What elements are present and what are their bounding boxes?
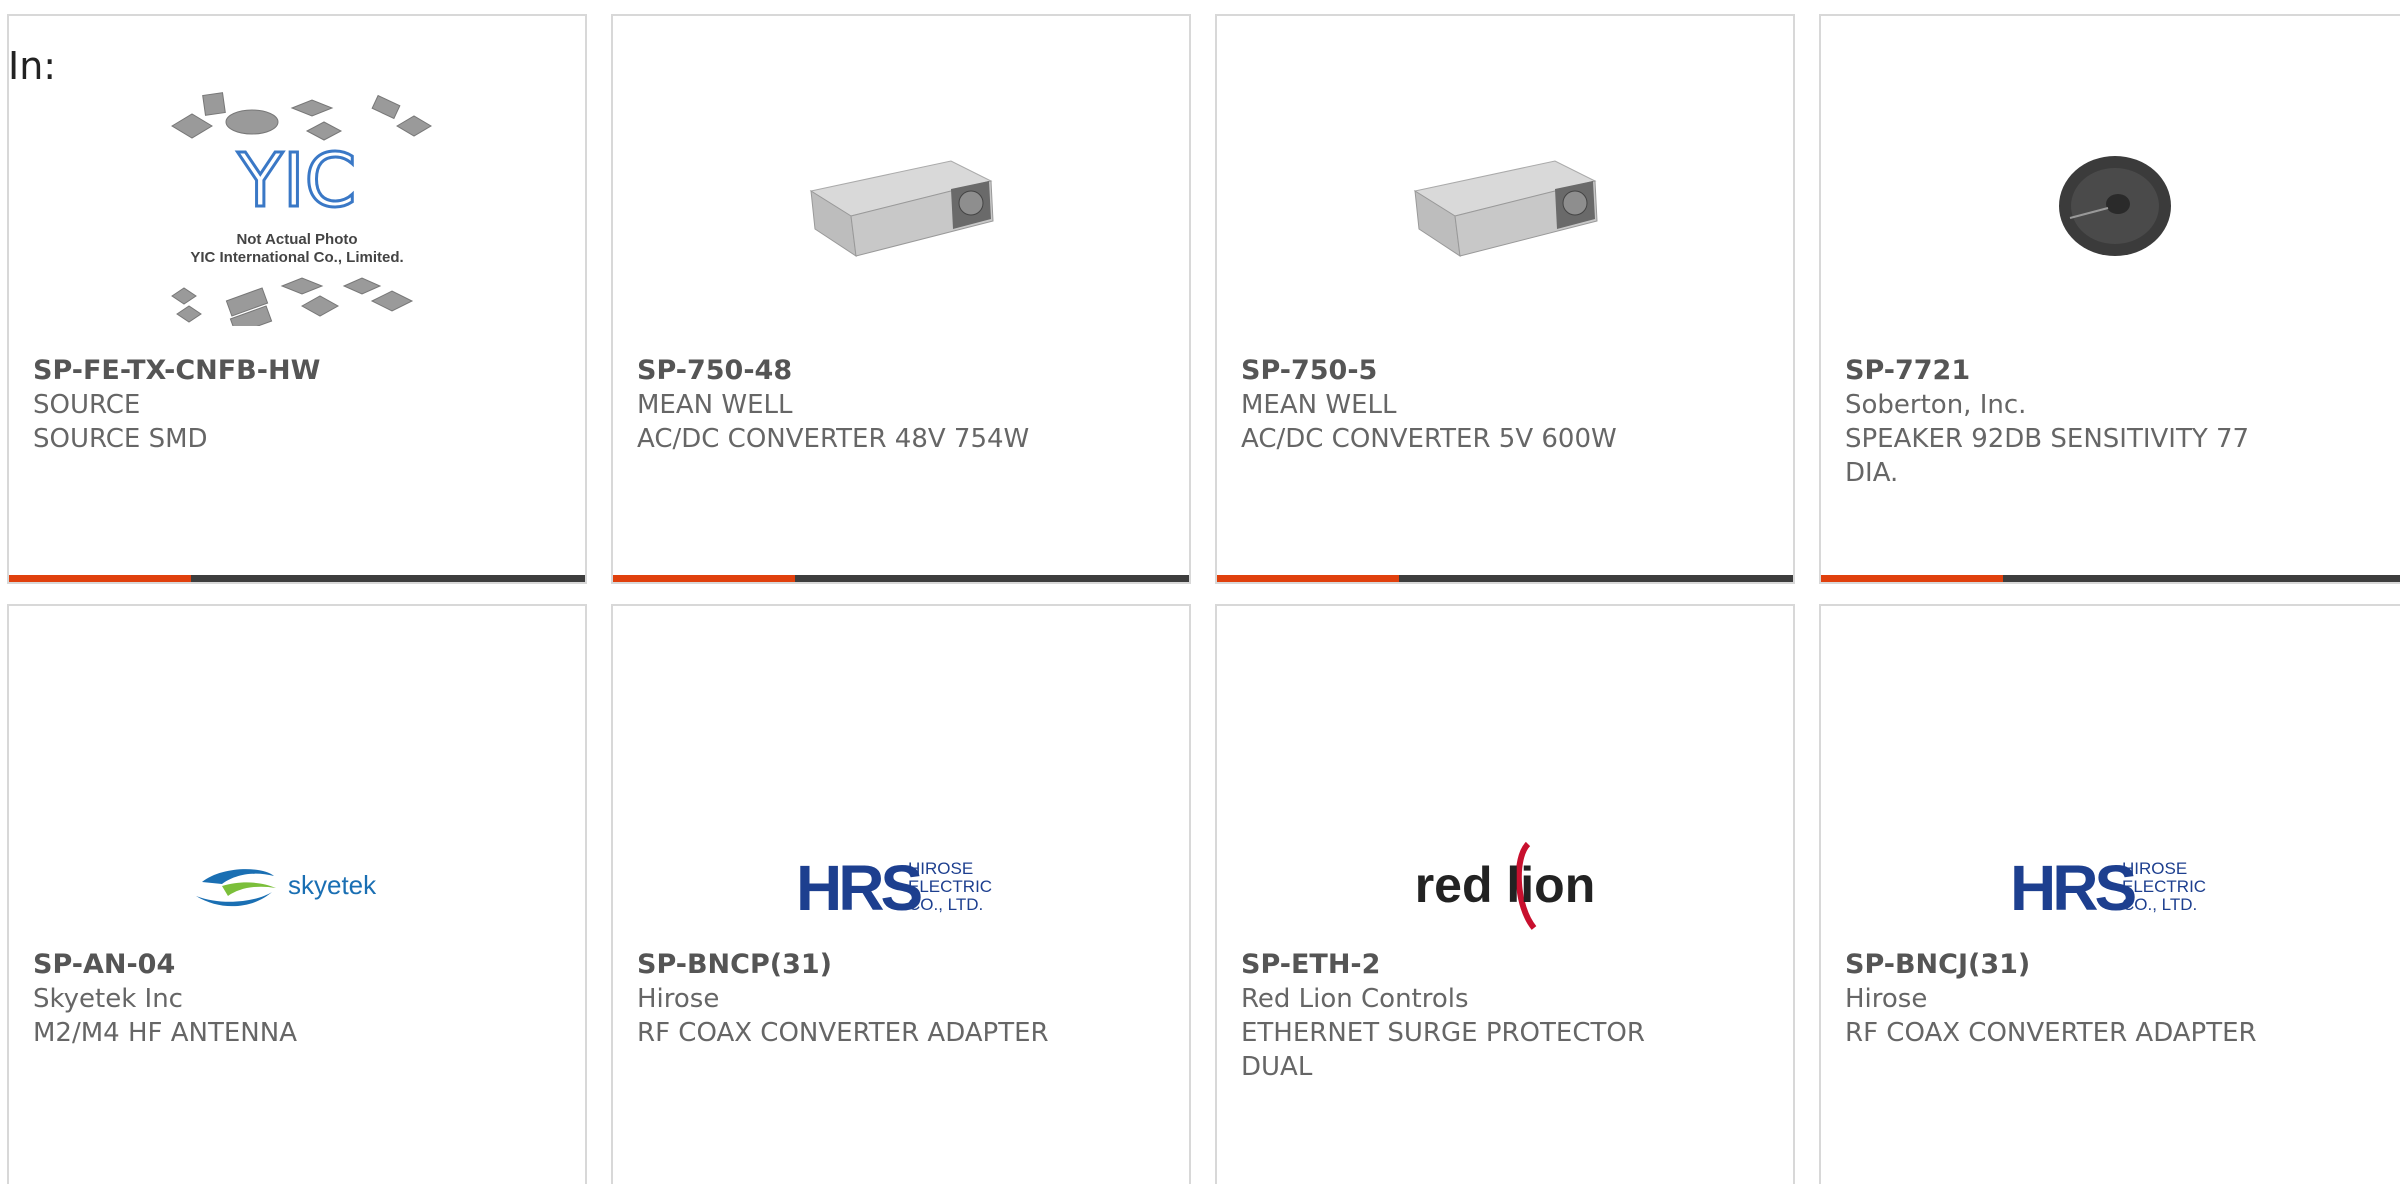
product-description: ETHERNET SURGE PROTECTOR DUAL (1241, 1018, 1645, 1082)
product-description: AC/DC CONVERTER 5V 600W (1241, 424, 1617, 454)
product-card[interactable]: SP-750-5 MEAN WELL AC/DC CONVERTER 5V 60… (1215, 14, 1795, 584)
product-image[interactable] (1217, 56, 1793, 356)
power-supply-photo (809, 160, 994, 258)
product-card[interactable]: HRS HIROSE ELECTRIC CO., LTD. SP-BNCP(31… (611, 604, 1191, 1184)
product-description: AC/DC CONVERTER 48V 754W (637, 424, 1030, 454)
svg-text:YIC International Co., Limited: YIC International Co., Limited. (190, 249, 403, 266)
part-number-link[interactable]: SP-BNCP(31) (637, 948, 1165, 982)
manufacturer-name: Skyetek Inc (33, 984, 183, 1014)
manufacturer-name: Soberton, Inc. (1845, 390, 2027, 420)
filter-label: In: (8, 44, 57, 88)
svg-text:CO., LTD.: CO., LTD. (2122, 895, 2197, 914)
svg-text:ELECTRIC: ELECTRIC (908, 877, 992, 896)
part-number-link[interactable]: SP-750-5 (1241, 354, 1769, 388)
product-card[interactable]: SP-750-48 MEAN WELL AC/DC CONVERTER 48V … (611, 14, 1191, 584)
product-text: SP-FE-TX-CNFB-HW SOURCE SOURCE SMD (33, 354, 561, 456)
product-card[interactable]: HRS HIROSE ELECTRIC CO., LTD. SP-BNCJ(31… (1819, 604, 2400, 1184)
manufacturer-name: Red Lion Controls (1241, 984, 1469, 1014)
svg-text:HRS: HRS (2010, 854, 2135, 918)
svg-text:HIROSE: HIROSE (908, 859, 973, 878)
svg-text:red lion: red lion (1415, 857, 1596, 913)
product-description: SOURCE SMD (33, 424, 208, 454)
product-text: SP-BNCJ(31) Hirose RF COAX CONVERTER ADA… (1845, 948, 2385, 1050)
svg-text:Not Actual Photo: Not Actual Photo (236, 231, 357, 248)
part-number-link[interactable]: SP-FE-TX-CNFB-HW (33, 354, 561, 388)
product-text: SP-750-48 MEAN WELL AC/DC CONVERTER 48V … (637, 354, 1165, 456)
manufacturer-name: MEAN WELL (637, 390, 793, 420)
product-description: RF COAX CONVERTER ADAPTER (1845, 1018, 2257, 1048)
product-text: SP-BNCP(31) Hirose RF COAX CONVERTER ADA… (637, 948, 1165, 1050)
product-card[interactable]: YIC Not Actual Photo YIC International C… (7, 14, 587, 584)
svg-text:HRS: HRS (796, 854, 921, 918)
product-card[interactable]: SP-7721 Soberton, Inc. SPEAKER 92DB SENS… (1819, 14, 2400, 584)
card-bottom-bar (9, 575, 585, 582)
svg-text:CO., LTD.: CO., LTD. (908, 895, 983, 914)
skyetek-logo: skyetek (196, 869, 377, 907)
hirose-logo: HRS HIROSE ELECTRIC CO., LTD. (2010, 854, 2206, 918)
card-bottom-bar (1217, 575, 1793, 582)
product-card[interactable]: skyetek SP-AN-04 Skyetek Inc M2/M4 HF AN… (7, 604, 587, 1184)
product-image[interactable] (1821, 56, 2400, 356)
red-lion-logo: red lion (1415, 841, 1596, 930)
product-description: M2/M4 HF ANTENNA (33, 1018, 297, 1048)
product-text: SP-750-5 MEAN WELL AC/DC CONVERTER 5V 60… (1241, 354, 1769, 456)
manufacturer-name: Hirose (1845, 984, 1928, 1014)
manufacturer-name: MEAN WELL (1241, 390, 1397, 420)
product-description: RF COAX CONVERTER ADAPTER (637, 1018, 1049, 1048)
product-image[interactable] (613, 56, 1189, 356)
svg-text:HIROSE: HIROSE (2122, 859, 2187, 878)
part-number-link[interactable]: SP-ETH-2 (1241, 948, 1769, 982)
product-text: SP-AN-04 Skyetek Inc M2/M4 HF ANTENNA (33, 948, 561, 1050)
product-image[interactable]: YIC Not Actual Photo YIC International C… (9, 56, 585, 356)
speaker-photo (2059, 156, 2171, 256)
card-bottom-bar (1821, 575, 2400, 582)
part-number-link[interactable]: SP-AN-04 (33, 948, 561, 982)
power-supply-photo (1413, 160, 1598, 258)
product-description: SPEAKER 92DB SENSITIVITY 77 DIA. (1845, 424, 2250, 488)
product-grid: YIC Not Actual Photo YIC International C… (0, 0, 2400, 1184)
yic-logo-text: YIC (237, 138, 357, 224)
part-number-link[interactable]: SP-750-48 (637, 354, 1165, 388)
part-number-link[interactable]: SP-BNCJ(31) (1845, 948, 2385, 982)
svg-text:ELECTRIC: ELECTRIC (2122, 877, 2206, 896)
product-text: SP-ETH-2 Red Lion Controls ETHERNET SURG… (1241, 948, 1769, 1084)
manufacturer-name: Hirose (637, 984, 720, 1014)
product-card[interactable]: red lion SP-ETH-2 Red Lion Controls ETHE… (1215, 604, 1795, 1184)
part-number-link[interactable]: SP-7721 (1845, 354, 2385, 388)
manufacturer-name: SOURCE (33, 390, 141, 420)
card-bottom-bar (613, 575, 1189, 582)
svg-text:skyetek: skyetek (288, 870, 377, 900)
hirose-logo: HRS HIROSE ELECTRIC CO., LTD. (796, 854, 992, 918)
product-text: SP-7721 Soberton, Inc. SPEAKER 92DB SENS… (1845, 354, 2385, 490)
